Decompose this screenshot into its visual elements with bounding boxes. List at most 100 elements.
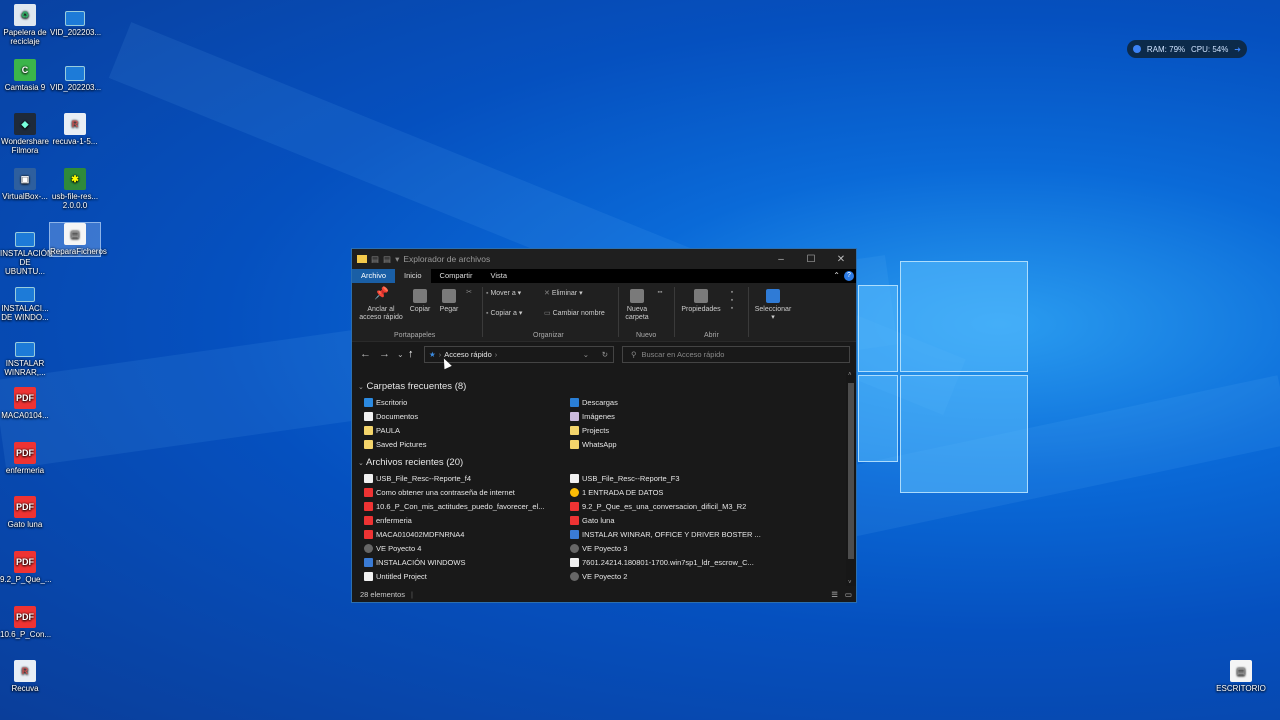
group-portapapeles: Portapapeles	[394, 332, 436, 339]
address-dropdown-icon[interactable]: ⌄	[583, 350, 589, 359]
desktop-icon[interactable]: ▣ VirtualBox-...	[0, 168, 50, 201]
list-item[interactable]: VE Poyecto 2	[570, 572, 627, 581]
system-monitor-widget[interactable]: RAM: 79% CPU: 54% ➜	[1127, 40, 1247, 58]
desktop-icon[interactable]: ▤ ESCRITORIO	[1216, 660, 1266, 693]
item-name: 10.6_P_Con_mis_actitudes_puedo_favorecer…	[376, 502, 545, 511]
properties-button[interactable]: Propiedades	[678, 289, 724, 314]
list-item[interactable]: enfermeria	[364, 516, 412, 525]
copy-to-icon: ▪	[486, 310, 489, 317]
address-bar[interactable]: ★ › Acceso rápido › ⌄ ↻	[424, 346, 614, 363]
new-folder-button[interactable]: Nueva carpeta	[622, 289, 652, 322]
scroll-up-icon[interactable]: ˄	[848, 372, 852, 378]
file-type-icon	[364, 398, 373, 407]
list-item[interactable]: USB_File_Resc--Reporte_f4	[364, 474, 471, 483]
item-name: 1 ENTRADA DE DATOS	[582, 488, 664, 497]
open-buttons[interactable]: ▪ ▪ ▪	[726, 289, 738, 313]
tab-inicio[interactable]: Inicio	[395, 269, 431, 283]
search-icon: ⚲	[631, 350, 637, 359]
desktop-icon[interactable]: Rrecuva-1-5...	[50, 113, 100, 146]
refresh-icon[interactable]: ↻	[602, 350, 608, 359]
desktop-icon[interactable]: PDF 9.2_P_Que_...	[0, 551, 52, 584]
desktop-icon[interactable]: ▤ ReparaFicheros	[49, 222, 107, 257]
pin-quick-access-button[interactable]: 📌 Anclar al acceso rápido	[356, 287, 406, 322]
list-item[interactable]: PAULA	[364, 426, 400, 435]
copy-to-button[interactable]: ▪ Copiar a ▾	[486, 310, 522, 318]
tab-archivo[interactable]: Archivo	[352, 269, 396, 283]
list-item[interactable]: MACA010402MDFNRNA4	[364, 530, 464, 539]
frequent-folders-header[interactable]: ⌄ Carpetas frecuentes (8)	[358, 381, 466, 392]
file-type-icon	[364, 488, 373, 497]
desktop-icon[interactable]: PDF 10.6_P_Con...	[0, 606, 51, 639]
video-file-icon	[15, 232, 35, 247]
ribbon-separator	[674, 287, 675, 337]
tab-vista[interactable]: Vista	[481, 269, 516, 283]
details-view-icon[interactable]: ☰	[831, 590, 838, 599]
desktop-icon[interactable]: INSTALACIÓN DE UBUNTU...	[0, 227, 53, 276]
list-item[interactable]: WhatsApp	[570, 440, 617, 449]
delete-button[interactable]: ✕ Eliminar ▾	[544, 290, 583, 298]
desktop-icon[interactable]: PDF MACA0104...	[0, 387, 50, 420]
paste-button[interactable]: Pegar	[436, 289, 462, 314]
recent-files-header[interactable]: ⌄ Archivos recientes (20)	[358, 457, 463, 468]
item-name: enfermeria	[376, 516, 412, 525]
desktop-icon-label: Wondershare Filmora	[1, 137, 49, 155]
customize-qa-icon[interactable]: ▾	[395, 254, 399, 265]
desktop-icon[interactable]: C Camtasia 9	[0, 59, 50, 92]
list-item[interactable]: Documentos	[364, 412, 418, 421]
list-item[interactable]: VE Poyecto 3	[570, 544, 627, 553]
list-item[interactable]: Escritorio	[364, 398, 407, 407]
new-folder-qa-icon[interactable]: ▤	[383, 254, 391, 265]
list-item[interactable]: Projects	[570, 426, 609, 435]
desktop-icon[interactable]: INSTALACI... DE WINDO...	[0, 282, 50, 322]
copy-button[interactable]: Copiar	[407, 289, 433, 314]
scrollbar-thumb[interactable]	[848, 383, 854, 559]
new-item-button[interactable]: ▪▪	[654, 289, 666, 297]
recent-locations-icon[interactable]: ⌄	[397, 350, 404, 359]
desktop-icon[interactable]: R Recuva	[0, 660, 50, 693]
collapse-ribbon-icon[interactable]: ⌃	[833, 271, 840, 280]
desktop-icon[interactable]: VID_202203...	[50, 61, 101, 92]
rename-button[interactable]: ▭ Cambiar nombre	[544, 310, 605, 318]
minimize-button[interactable]: –	[766, 249, 796, 269]
list-item[interactable]: Imágenes	[570, 412, 615, 421]
list-item[interactable]: 9.2_P_Que_es_una_conversacion_dificil_M3…	[570, 502, 746, 511]
help-icon[interactable]: ?	[844, 271, 854, 281]
desktop-icon[interactable]: INSTALAR WINRAR,...	[0, 337, 50, 377]
list-item[interactable]: 1 ENTRADA DE DATOS	[570, 488, 663, 497]
desktop-icon[interactable]: ◆ Wondershare Filmora	[0, 113, 50, 155]
list-item[interactable]: Saved Pictures	[364, 440, 426, 449]
desktop-icon[interactable]: VID_202203...	[50, 6, 101, 37]
tab-compartir[interactable]: Compartir	[431, 269, 482, 283]
cut-button[interactable]: ✂	[464, 289, 474, 297]
list-item[interactable]: Gato luna	[570, 516, 615, 525]
list-item[interactable]: Untitled Project	[364, 572, 427, 581]
properties-qa-icon[interactable]: ▤	[371, 254, 379, 265]
close-button[interactable]: ✕	[826, 249, 856, 269]
file-type-icon	[570, 572, 579, 581]
large-icons-view-icon[interactable]: ▭	[845, 590, 852, 599]
up-arrow-icon[interactable]: ↑	[408, 348, 414, 360]
desktop-icon[interactable]: PDF Gato luna	[0, 496, 50, 529]
maximize-button[interactable]: ☐	[796, 249, 826, 269]
list-item[interactable]: USB_File_Resc--Reporte_F3	[570, 474, 680, 483]
list-item[interactable]: VE Poyecto 4	[364, 544, 421, 553]
list-item[interactable]: INSTALACIÓN WINDOWS	[364, 558, 465, 567]
select-button[interactable]: Seleccionar ▾	[752, 289, 794, 322]
list-item[interactable]: 10.6_P_Con_mis_actitudes_puedo_favorecer…	[364, 502, 544, 511]
pdf-file-icon: PDF	[14, 551, 36, 573]
list-item[interactable]: 7601.24214.180801-1700.win7sp1_ldr_escro…	[570, 558, 754, 567]
item-name: INSTALACIÓN WINDOWS	[376, 558, 466, 567]
back-arrow-icon[interactable]: ←	[360, 348, 371, 360]
forward-arrow-icon[interactable]: →	[379, 348, 390, 360]
file-type-icon	[570, 530, 579, 539]
desktop-icon[interactable]: PDF enfermeria	[0, 442, 50, 475]
list-item[interactable]: INSTALAR WINRAR, OFFICE Y DRIVER BOSTER …	[570, 530, 761, 539]
vertical-scrollbar[interactable]: ˄ ˅	[846, 372, 856, 586]
desktop-icon[interactable]: ♻ Papelera de reciclaje	[0, 4, 50, 46]
file-type-icon	[364, 474, 373, 483]
list-item[interactable]: Descargas	[570, 398, 618, 407]
desktop-icon[interactable]: ✱ usb-file-res... 2.0.0.0	[50, 168, 100, 210]
move-to-button[interactable]: ▪ Mover a ▾	[486, 290, 521, 298]
search-input[interactable]: ⚲ Buscar en Acceso rápido	[622, 346, 850, 363]
list-item[interactable]: Como obtener una contraseña de internet	[364, 488, 515, 497]
